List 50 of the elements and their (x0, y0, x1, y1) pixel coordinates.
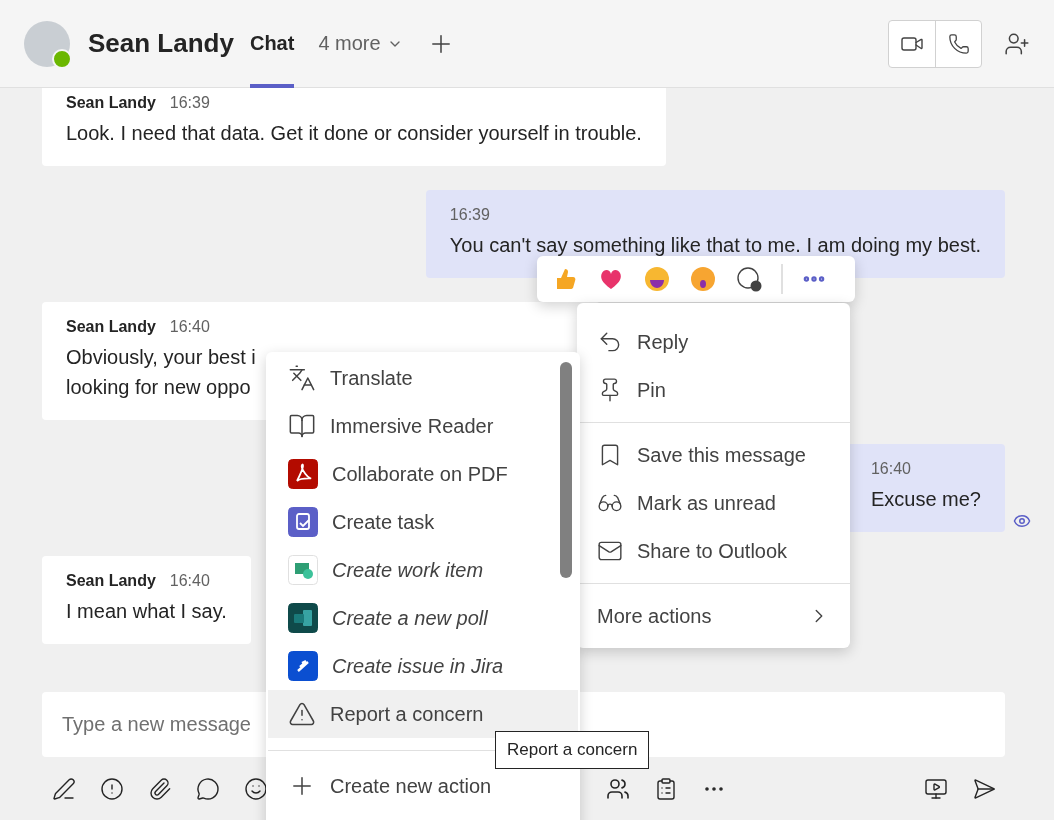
task-icon (288, 507, 318, 537)
emoji-icon[interactable] (244, 776, 268, 801)
message-text: looking for new oppo (66, 375, 251, 400)
clipboard-icon[interactable] (654, 776, 678, 801)
poll-icon (288, 603, 318, 633)
sender-name: Sean Landy (66, 94, 156, 112)
sender-name: Sean Landy (66, 572, 156, 590)
menu-item[interactable]: Immersive Reader (268, 402, 558, 450)
message-time: 16:40 (169, 572, 210, 590)
message-time: 16:40 (169, 318, 210, 336)
scrollbar[interactable] (560, 362, 572, 578)
menu-item[interactable]: Pin (577, 366, 850, 414)
surprised-face-icon[interactable] (689, 265, 717, 293)
menu-item[interactable]: Create issue in Jira (268, 642, 558, 690)
message-time: 16:39 (449, 206, 490, 224)
message-text: Excuse me? (870, 487, 981, 512)
add-reaction-icon[interactable] (735, 265, 763, 293)
warning-icon (288, 700, 316, 728)
contact-name: Sean Landy (88, 28, 234, 59)
send-icon[interactable] (972, 776, 996, 801)
menu-item[interactable]: Report a concern (268, 690, 578, 738)
attach-icon[interactable] (148, 776, 172, 801)
laughing-face-icon[interactable] (643, 265, 671, 293)
message-text: You can't say something like that to me. I am doing my best. (449, 233, 981, 258)
menu-item[interactable]: Create a new poll (268, 594, 558, 642)
tooltip: Report a concern (495, 731, 650, 769)
menu-item[interactable]: Collaborate on PDF (268, 450, 558, 498)
people-icon[interactable] (606, 776, 630, 801)
menu-item[interactable]: Create task (268, 498, 558, 546)
menu-item[interactable]: Translate (268, 354, 558, 402)
menu-item[interactable]: Reply (577, 318, 850, 366)
menu-item[interactable]: Save this message (577, 431, 850, 479)
message-text: Look. I need that data. Get it done or consider yourself in trouble. (66, 121, 642, 146)
message-time: 16:40 (870, 460, 911, 478)
menu-item[interactable]: Share to Outlook (577, 527, 850, 575)
message-time: 16:39 (169, 94, 210, 112)
sender-name: Sean Landy (66, 318, 156, 336)
menu-item[interactable]: Create work item (268, 546, 558, 594)
translate-icon (288, 364, 316, 392)
jira-icon (288, 651, 318, 681)
menu-item[interactable]: Mark as unread (577, 479, 850, 527)
book-icon (288, 412, 316, 440)
chat-tab[interactable]: 4 more (318, 0, 403, 88)
menu-item[interactable]: More actions (577, 592, 850, 640)
board-icon (288, 555, 318, 585)
phone-icon (947, 32, 970, 55)
message-text: I mean what I say. (66, 599, 227, 624)
pdf-icon (288, 459, 318, 489)
message-text: Obviously, your best i (66, 345, 256, 370)
important-icon[interactable] (100, 776, 124, 801)
